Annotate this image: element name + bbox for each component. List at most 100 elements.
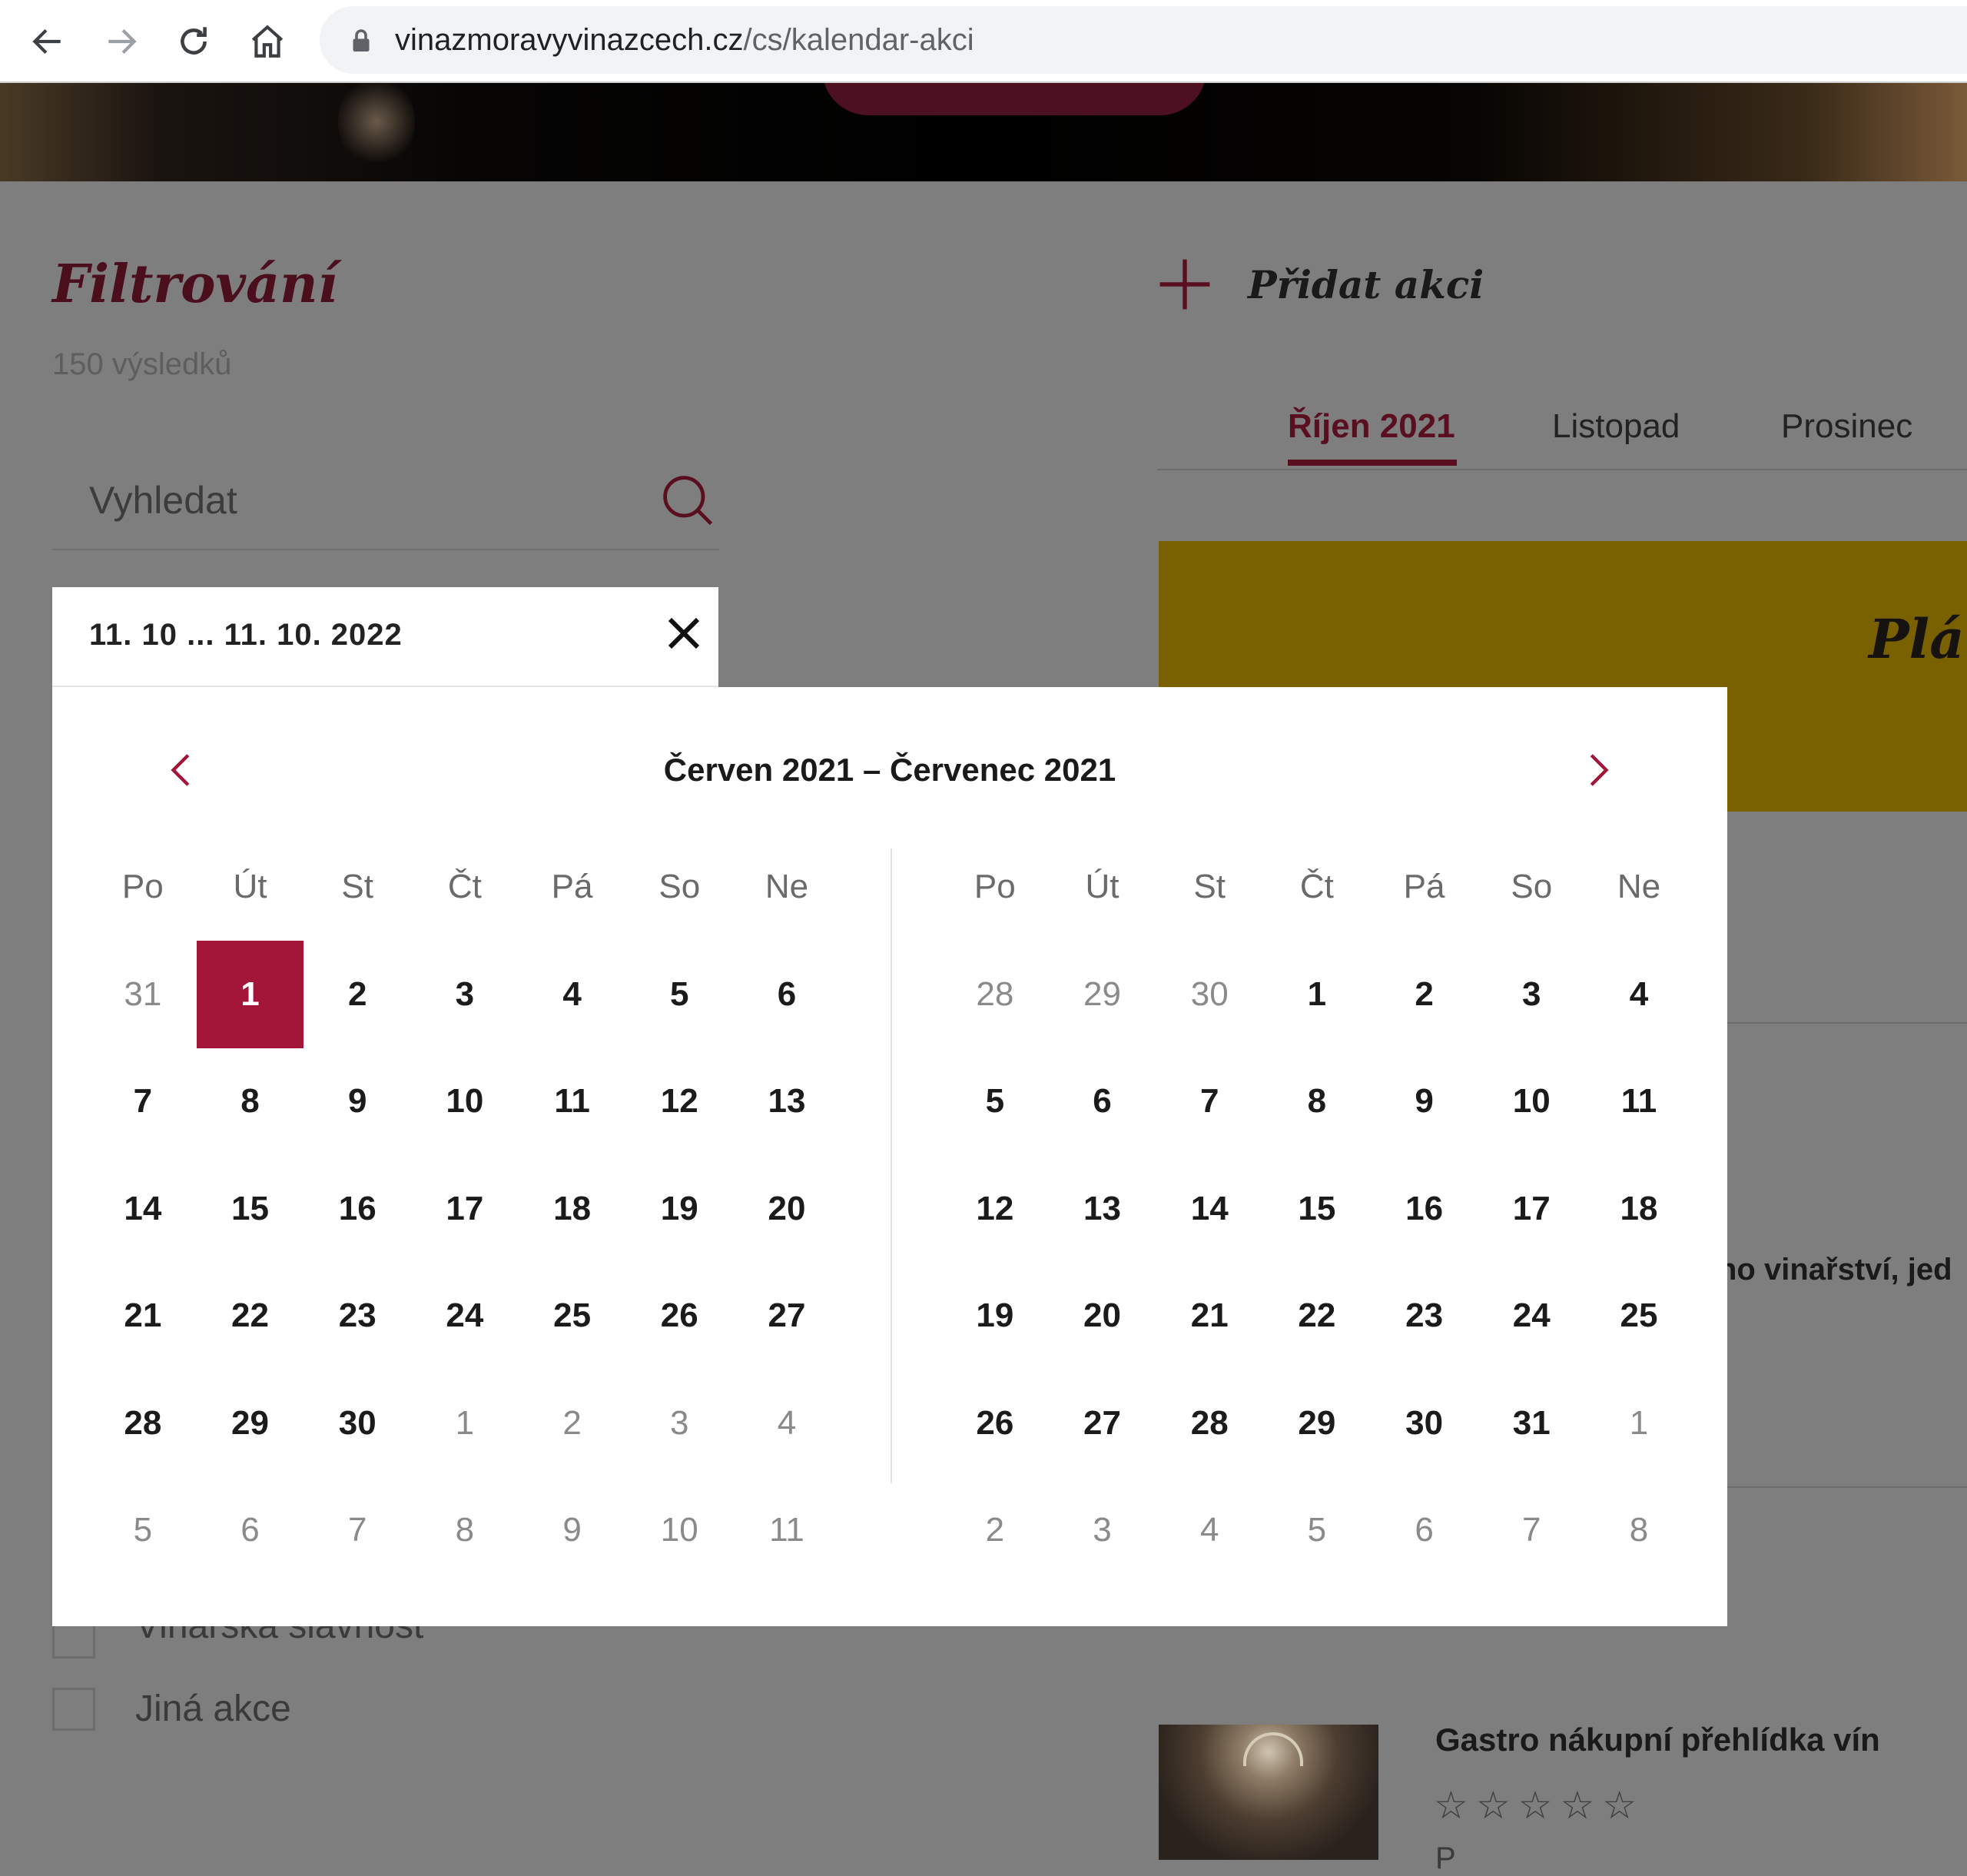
calendar-day[interactable]: 11 bbox=[1585, 1048, 1693, 1156]
calendar-day-outside[interactable]: 2 bbox=[519, 1370, 626, 1477]
calendar-day-outside[interactable]: 30 bbox=[1156, 941, 1263, 1048]
calendar-day[interactable]: 8 bbox=[197, 1048, 304, 1156]
calendar-day[interactable]: 16 bbox=[304, 1155, 411, 1263]
calendar-day[interactable]: 2 bbox=[304, 941, 411, 1048]
calendar-day[interactable]: 9 bbox=[1371, 1048, 1478, 1156]
calendar-day-selected[interactable]: 1 bbox=[196, 941, 304, 1048]
calendar-day[interactable]: 5 bbox=[625, 941, 733, 1048]
calendar-day-outside[interactable]: 3 bbox=[625, 1370, 733, 1477]
calendar-day-outside[interactable]: 7 bbox=[304, 1477, 411, 1585]
calendar-day[interactable]: 6 bbox=[1049, 1048, 1156, 1156]
calendar-day[interactable]: 23 bbox=[1371, 1263, 1478, 1370]
calendar-day[interactable]: 10 bbox=[411, 1048, 519, 1156]
calendar-day[interactable]: 4 bbox=[519, 941, 626, 1048]
calendar-day[interactable]: 21 bbox=[1156, 1263, 1263, 1370]
calendar-day-outside[interactable]: 8 bbox=[411, 1477, 519, 1585]
calendar-day-outside[interactable]: 29 bbox=[1049, 941, 1156, 1048]
tab-november[interactable]: Listopad bbox=[1552, 407, 1680, 446]
calendar-day[interactable]: 19 bbox=[625, 1155, 733, 1263]
calendar-day[interactable]: 27 bbox=[1049, 1370, 1156, 1477]
calendar-day[interactable]: 17 bbox=[411, 1155, 519, 1263]
calendar-day-outside[interactable]: 3 bbox=[1049, 1477, 1156, 1585]
calendar-day-outside[interactable]: 1 bbox=[411, 1370, 519, 1477]
calendar-day[interactable]: 7 bbox=[89, 1048, 197, 1156]
calendar-day-outside[interactable]: 8 bbox=[1585, 1477, 1693, 1585]
calendar-day[interactable]: 18 bbox=[1585, 1155, 1693, 1263]
calendar-day[interactable]: 3 bbox=[1478, 941, 1585, 1048]
calendar-day[interactable]: 15 bbox=[197, 1155, 304, 1263]
calendar-day[interactable]: 14 bbox=[1156, 1155, 1263, 1263]
back-button[interactable] bbox=[23, 17, 72, 66]
calendar-day[interactable]: 3 bbox=[411, 941, 519, 1048]
calendar-day-outside[interactable]: 1 bbox=[1585, 1370, 1693, 1477]
calendar-day[interactable]: 31 bbox=[1478, 1370, 1585, 1477]
tab-october[interactable]: Říjen 2021 bbox=[1288, 407, 1455, 446]
close-icon[interactable] bbox=[659, 609, 708, 658]
calendar-day[interactable]: 30 bbox=[304, 1370, 411, 1477]
calendar-day[interactable]: 16 bbox=[1371, 1155, 1478, 1263]
search-icon[interactable] bbox=[659, 472, 718, 530]
address-bar[interactable]: vinazmoravyvinazcech.cz/cs/kalendar-akci bbox=[320, 6, 1967, 74]
event-title[interactable]: Gastro nákupní přehlídka vín bbox=[1435, 1722, 1880, 1758]
calendar-day[interactable]: 28 bbox=[1156, 1370, 1263, 1477]
calendar-day-outside[interactable]: 6 bbox=[197, 1477, 304, 1585]
calendar-day-outside[interactable]: 5 bbox=[1263, 1477, 1371, 1585]
calendar-day[interactable]: 21 bbox=[89, 1263, 197, 1370]
calendar-day[interactable]: 2 bbox=[1371, 941, 1478, 1048]
calendar-day-outside[interactable]: 2 bbox=[941, 1477, 1049, 1585]
calendar-day[interactable]: 20 bbox=[1049, 1263, 1156, 1370]
add-event-button[interactable]: Přidat akci bbox=[1157, 254, 1484, 315]
calendar-day-outside[interactable]: 4 bbox=[733, 1370, 841, 1477]
calendar-day[interactable]: 20 bbox=[733, 1155, 841, 1263]
calendar-day[interactable]: 15 bbox=[1263, 1155, 1371, 1263]
calendar-day[interactable]: 12 bbox=[625, 1048, 733, 1156]
home-button[interactable] bbox=[243, 17, 292, 66]
calendar-day[interactable]: 7 bbox=[1156, 1048, 1263, 1156]
chevron-right-icon[interactable] bbox=[1577, 749, 1620, 792]
calendar-day[interactable]: 26 bbox=[941, 1370, 1049, 1477]
calendar-day[interactable]: 5 bbox=[941, 1048, 1049, 1156]
calendar-day[interactable]: 17 bbox=[1478, 1155, 1585, 1263]
calendar-day[interactable]: 8 bbox=[1263, 1048, 1371, 1156]
calendar-day[interactable]: 28 bbox=[89, 1370, 197, 1477]
reload-button[interactable] bbox=[169, 17, 218, 66]
forward-button[interactable] bbox=[97, 17, 146, 66]
calendar-day-outside[interactable]: 5 bbox=[89, 1477, 197, 1585]
calendar-day[interactable]: 30 bbox=[1371, 1370, 1478, 1477]
calendar-day[interactable]: 29 bbox=[197, 1370, 304, 1477]
calendar-day[interactable]: 22 bbox=[197, 1263, 304, 1370]
calendar-day[interactable]: 29 bbox=[1263, 1370, 1371, 1477]
calendar-day[interactable]: 12 bbox=[941, 1155, 1049, 1263]
calendar-day-outside[interactable]: 11 bbox=[733, 1477, 841, 1585]
calendar-day[interactable]: 19 bbox=[941, 1263, 1049, 1370]
calendar-day[interactable]: 26 bbox=[625, 1263, 733, 1370]
calendar-day-outside[interactable]: 7 bbox=[1478, 1477, 1585, 1585]
calendar-day[interactable]: 22 bbox=[1263, 1263, 1371, 1370]
event-thumbnail[interactable] bbox=[1159, 1725, 1378, 1860]
calendar-day-outside[interactable]: 31 bbox=[89, 941, 197, 1048]
calendar-day-outside[interactable]: 6 bbox=[1371, 1477, 1478, 1585]
calendar-day-outside[interactable]: 10 bbox=[625, 1477, 733, 1585]
search-input[interactable] bbox=[88, 469, 644, 532]
calendar-day[interactable]: 27 bbox=[733, 1263, 841, 1370]
tab-december[interactable]: Prosinec bbox=[1781, 407, 1912, 446]
calendar-day-outside[interactable]: 9 bbox=[519, 1477, 626, 1585]
date-range-field[interactable]: 11. 10 ... 11. 10. 2022 bbox=[52, 587, 718, 687]
calendar-day[interactable]: 23 bbox=[304, 1263, 411, 1370]
calendar-day[interactable]: 10 bbox=[1478, 1048, 1585, 1156]
calendar-day[interactable]: 24 bbox=[411, 1263, 519, 1370]
calendar-day[interactable]: 25 bbox=[519, 1263, 626, 1370]
calendar-day[interactable]: 24 bbox=[1478, 1263, 1585, 1370]
calendar-day[interactable]: 13 bbox=[733, 1048, 841, 1156]
calendar-day[interactable]: 11 bbox=[519, 1048, 626, 1156]
calendar-day[interactable]: 25 bbox=[1585, 1263, 1693, 1370]
calendar-day[interactable]: 4 bbox=[1585, 941, 1693, 1048]
hero-button[interactable] bbox=[822, 83, 1206, 115]
rating-stars[interactable]: ☆☆☆☆☆ bbox=[1434, 1783, 1644, 1828]
checkbox-other-event[interactable] bbox=[52, 1688, 95, 1731]
calendar-day[interactable]: 14 bbox=[89, 1155, 197, 1263]
calendar-day-outside[interactable]: 28 bbox=[941, 941, 1049, 1048]
calendar-day[interactable]: 1 bbox=[1263, 941, 1371, 1048]
calendar-day-outside[interactable]: 4 bbox=[1156, 1477, 1263, 1585]
calendar-day[interactable]: 9 bbox=[304, 1048, 411, 1156]
